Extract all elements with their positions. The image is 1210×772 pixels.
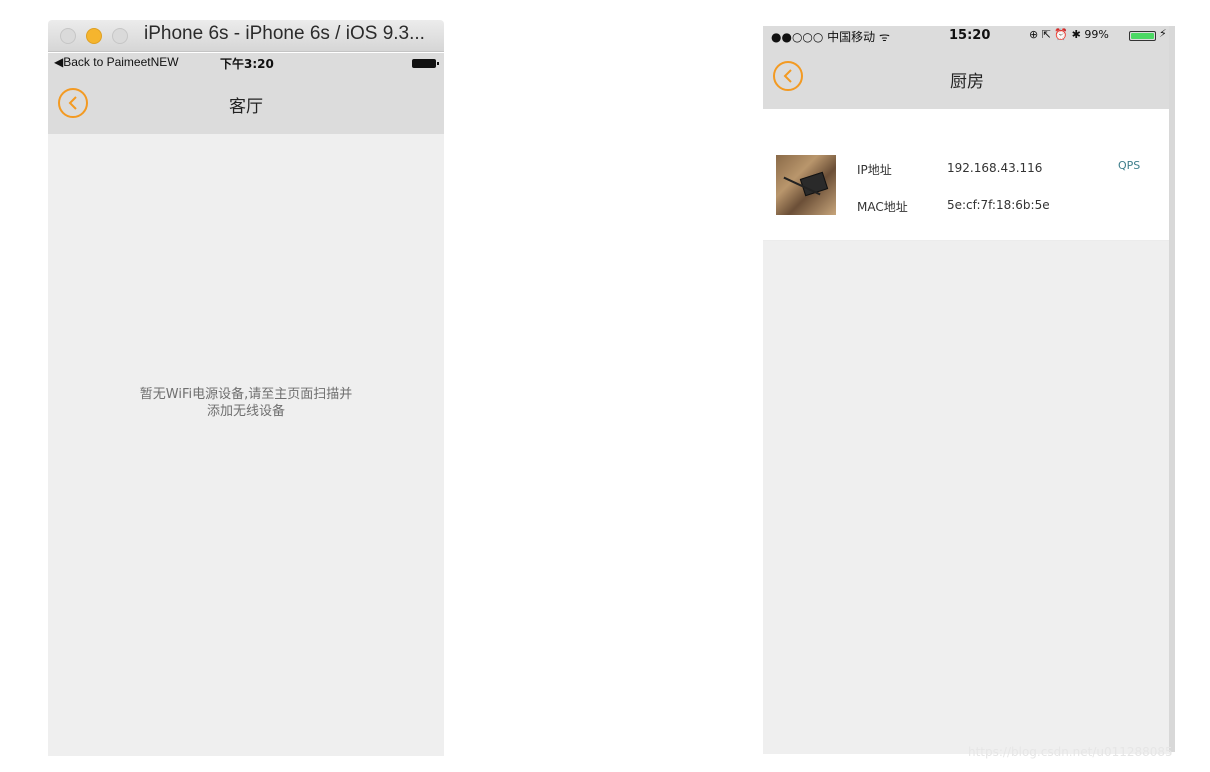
battery-fill xyxy=(1131,33,1154,39)
device-list-item[interactable]: IP地址 192.168.43.116 MAC地址 5e:cf:7f:18:6b… xyxy=(763,109,1169,241)
content-area: 暂无WiFi电源设备,请至主页面扫描并添加无线设备 xyxy=(48,134,444,756)
phone-screen: ●●○○○ 中国移动 ᯤ 15:20 ⊕ ⇱ ⏰ ✱ 99% ⚡ 厨房 IP地址… xyxy=(763,26,1171,754)
watermark: https://blog.csdn.net/u011288085 xyxy=(968,745,1173,759)
stage: iPhone 6s - iPhone 6s / iOS 9.3... ◀Back… xyxy=(0,0,1210,772)
back-to-app-link[interactable]: ◀Back to PaimeetNEW xyxy=(54,55,179,69)
status-icons: ⊕ ⇱ ⏰ ✱ 99% xyxy=(1029,28,1109,41)
status-bar: ●●○○○ 中国移动 ᯤ 15:20 ⊕ ⇱ ⏰ ✱ 99% ⚡ xyxy=(763,26,1171,46)
status-time: 下午3:20 xyxy=(220,57,274,71)
ip-label: IP地址 xyxy=(857,163,892,177)
page-title: 客厅 xyxy=(229,97,263,117)
window-title: iPhone 6s - iPhone 6s / iOS 9.3... xyxy=(144,23,425,44)
phone-edge xyxy=(1169,26,1175,752)
status-bar: ◀Back to PaimeetNEW 下午3:20 xyxy=(48,53,444,73)
window-zoom-button[interactable] xyxy=(112,28,128,44)
window-close-button[interactable] xyxy=(60,28,76,44)
simulator-titlebar[interactable]: iPhone 6s - iPhone 6s / iOS 9.3... xyxy=(48,20,444,52)
device-type-badge: QPS xyxy=(1118,159,1141,172)
nav-bar: 厨房 xyxy=(763,46,1171,109)
status-time: 15:20 xyxy=(949,28,991,43)
ip-value: 192.168.43.116 xyxy=(947,161,1043,175)
nav-bar: 客厅 xyxy=(48,73,444,134)
simulator-window: iPhone 6s - iPhone 6s / iOS 9.3... ◀Back… xyxy=(48,20,444,756)
charging-icon: ⚡ xyxy=(1159,27,1167,40)
empty-state-message: 暂无WiFi电源设备,请至主页面扫描并添加无线设备 xyxy=(139,387,353,419)
device-photo xyxy=(776,155,836,215)
battery-icon xyxy=(1129,31,1156,41)
page-title: 厨房 xyxy=(950,72,984,92)
battery-icon xyxy=(412,59,439,68)
mac-label: MAC地址 xyxy=(857,200,908,214)
mac-value: 5e:cf:7f:18:6b:5e xyxy=(947,198,1050,212)
carrier-signal: ●●○○○ 中国移动 ᯤ xyxy=(771,30,890,44)
window-minimize-button[interactable] xyxy=(86,28,102,44)
